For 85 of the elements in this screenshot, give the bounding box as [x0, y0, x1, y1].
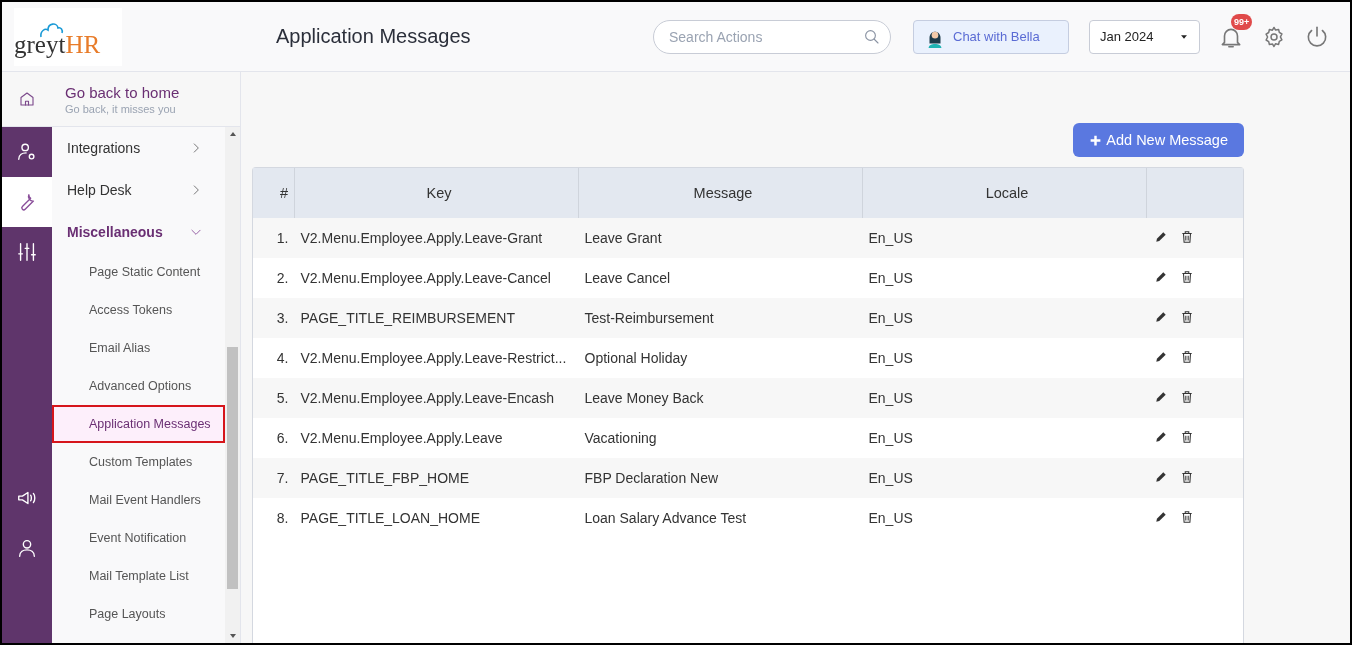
table-cell: 2. [253, 258, 295, 298]
scrollbar[interactable] [225, 127, 240, 643]
trash-icon[interactable] [1179, 309, 1194, 324]
pencil-icon[interactable] [1153, 389, 1168, 404]
trash-icon[interactable] [1179, 429, 1194, 444]
nav-item[interactable]: Custom Templates [52, 443, 225, 481]
nav-item[interactable]: Page Static Content [52, 253, 225, 291]
pencil-icon[interactable] [1153, 269, 1168, 284]
table-cell: 3. [253, 298, 295, 338]
nav-item[interactable]: Application Messages [52, 405, 225, 443]
plus-icon [1089, 133, 1103, 147]
table-cell: 1. [253, 218, 295, 258]
month-dropdown[interactable]: Jan 2024 [1089, 19, 1200, 54]
person-icon [16, 537, 38, 559]
table-cell: En_US [862, 298, 1147, 338]
table-cell: Leave Grant [578, 218, 863, 258]
table-cell: En_US [862, 338, 1147, 378]
trash-icon[interactable] [1179, 229, 1194, 244]
trash-icon[interactable] [1179, 509, 1194, 524]
scroll-up-icon [228, 130, 237, 138]
nav-item[interactable]: Advanced Options [52, 367, 225, 405]
chat-button[interactable]: Chat with Bella [913, 19, 1069, 54]
table-cell: Optional Holiday [578, 338, 863, 378]
column-header: Locale [862, 168, 1147, 218]
pencil-icon[interactable] [1153, 469, 1168, 484]
table-cell: V2.Menu.Employee.Apply.Leave [294, 418, 579, 458]
table-cell: PAGE_TITLE_REIMBURSEMENT [294, 298, 579, 338]
table-cell: En_US [862, 258, 1147, 298]
table-cell: V2.Menu.Employee.Apply.Leave-Encash [294, 378, 579, 418]
user-gear-icon [16, 141, 38, 163]
table-cell: PAGE_TITLE_LOAN_HOME [294, 498, 579, 538]
table-cell: 4. [253, 338, 295, 378]
table-cell: En_US [862, 218, 1147, 258]
table-cell: V2.Menu.Employee.Apply.Leave-Restrict... [294, 338, 579, 378]
nav-item[interactable]: Access Tokens [52, 291, 225, 329]
table-cell: V2.Menu.Employee.Apply.Leave-Cancel [294, 258, 579, 298]
back-home-title: Go back to home [65, 83, 180, 101]
table-cell: 8. [253, 498, 295, 538]
table-cell: 6. [253, 418, 295, 458]
pencil-icon[interactable] [1153, 509, 1168, 524]
column-header: # [253, 168, 295, 218]
search-icon [863, 27, 881, 46]
rail-item[interactable] [2, 177, 52, 227]
page-title: Application Messages [276, 25, 471, 48]
scroll-down-icon [228, 632, 237, 640]
notification-count: 99+ [1231, 13, 1253, 30]
table-cell: En_US [862, 458, 1147, 498]
table-cell: 7. [253, 458, 295, 498]
nav-item[interactable]: Mail Event Handlers [52, 481, 225, 519]
trash-icon[interactable] [1179, 469, 1194, 484]
settings-icon[interactable] [1262, 24, 1286, 49]
nav-section[interactable]: Help Desk [52, 169, 225, 211]
table-cell: V2.Menu.Employee.Apply.Leave-Grant [294, 218, 579, 258]
nav-item[interactable]: Email Alias [52, 329, 225, 367]
table-cell: PAGE_TITLE_FBP_HOME [294, 458, 579, 498]
nav-section[interactable]: Integrations [52, 127, 225, 169]
nav-item[interactable]: Mail Template List [52, 557, 225, 595]
table-cell: Leave Money Back [578, 378, 863, 418]
pencil-icon[interactable] [1153, 349, 1168, 364]
table-cell: Leave Cancel [578, 258, 863, 298]
home-icon [18, 90, 36, 108]
pencil-icon[interactable] [1153, 429, 1168, 444]
logo: greytHR [14, 7, 122, 66]
pencil-icon[interactable] [1153, 309, 1168, 324]
table-cell: En_US [862, 498, 1147, 538]
nav-item[interactable]: Page Layouts [52, 595, 225, 633]
nav-section[interactable]: Miscellaneous [52, 211, 225, 253]
add-message-button[interactable]: Add New Message [1073, 123, 1244, 157]
table-cell: En_US [862, 378, 1147, 418]
trash-icon[interactable] [1179, 389, 1194, 404]
search-field[interactable]: Search Actions [653, 19, 891, 54]
table-cell: Loan Salary Advance Test [578, 498, 863, 538]
trash-icon[interactable] [1179, 269, 1194, 284]
column-header: Key [294, 168, 579, 218]
trash-icon[interactable] [1179, 349, 1194, 364]
table-cell: Vacationing [578, 418, 863, 458]
pencil-icon[interactable] [1153, 229, 1168, 244]
back-home-subtitle: Go back, it misses you [65, 102, 177, 115]
table-cell: FBP Declaration New [578, 458, 863, 498]
nav-item[interactable]: Event Notification [52, 519, 225, 557]
table-cell: Test-Reimbursement [578, 298, 863, 338]
column-header: Message [578, 168, 863, 218]
table-cell: En_US [862, 418, 1147, 458]
sliders-icon [16, 241, 38, 263]
table-cell: 5. [253, 378, 295, 418]
